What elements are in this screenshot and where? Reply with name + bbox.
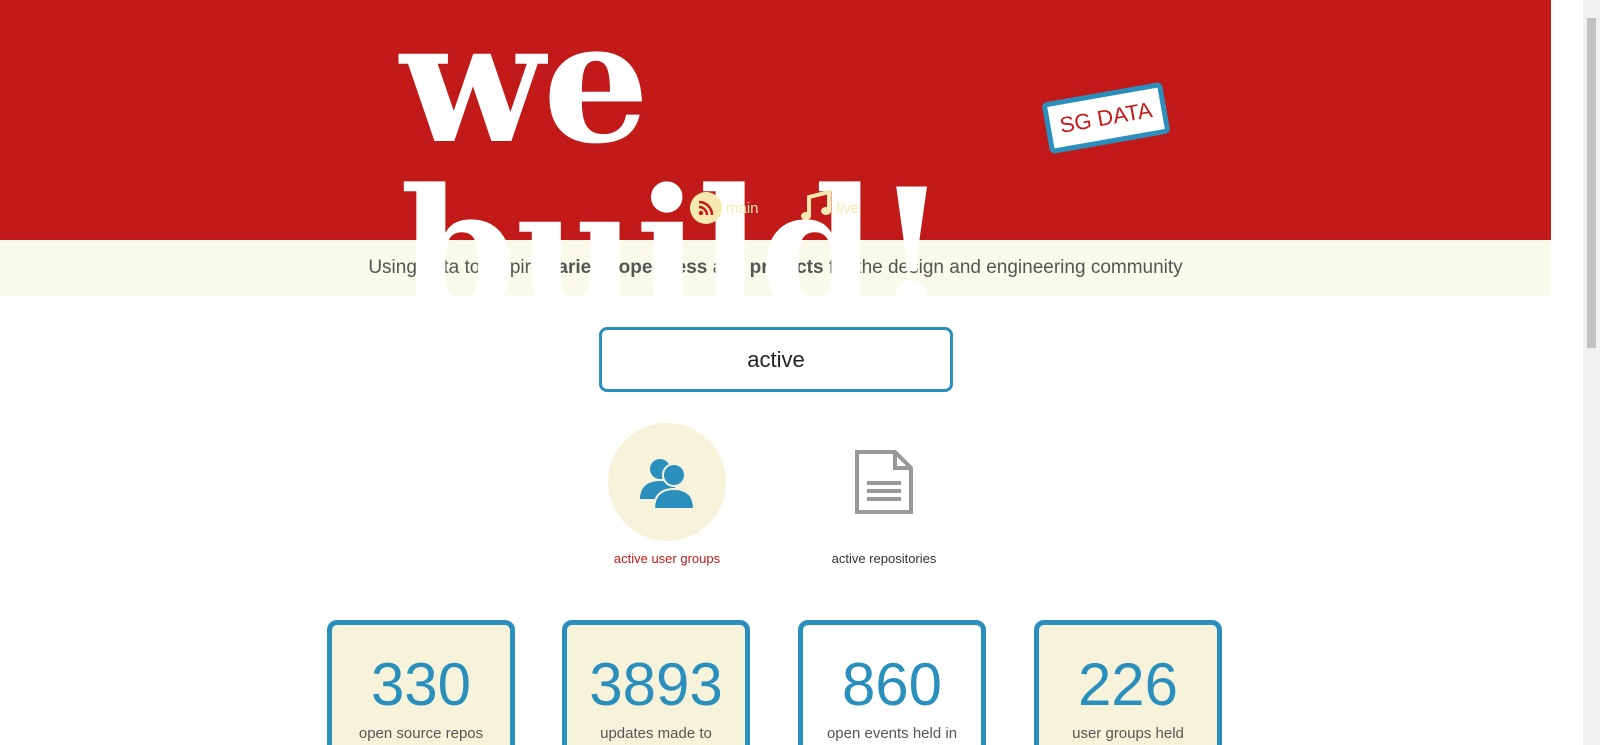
nav: main live bbox=[690, 189, 859, 227]
music-icon bbox=[799, 189, 833, 227]
user-group-icon bbox=[608, 423, 726, 541]
option-active-user-groups[interactable]: active user groups bbox=[577, 423, 757, 566]
stat-label: open source repos bbox=[358, 725, 484, 742]
stat-value: 330 bbox=[370, 651, 472, 718]
stat-card[interactable]: 330 open source repos bbox=[327, 620, 515, 745]
logo[interactable]: we build! bbox=[400, 0, 1160, 334]
stat-card[interactable]: 3893 updates made to bbox=[562, 620, 750, 745]
option-label: active user groups bbox=[613, 551, 721, 566]
scrollbar-thumb[interactable] bbox=[1587, 18, 1596, 348]
rss-icon bbox=[690, 192, 722, 224]
stat-value: 860 bbox=[841, 651, 943, 718]
nav-main-link[interactable]: main bbox=[690, 189, 759, 227]
stat-label: updates made to bbox=[600, 725, 712, 742]
stat-value: 3893 bbox=[589, 651, 723, 718]
nav-live-label: live bbox=[836, 199, 860, 217]
option-active-repositories[interactable]: active repositories bbox=[794, 423, 974, 566]
search-input[interactable]: active bbox=[599, 327, 953, 392]
stat-card[interactable]: 860 open events held in bbox=[798, 620, 986, 745]
document-icon bbox=[825, 423, 943, 541]
nav-main-label: main bbox=[726, 199, 759, 217]
header: we build! SG DATA main live bbox=[0, 0, 1551, 334]
stat-label: open events held in bbox=[826, 725, 958, 742]
stat-card[interactable]: 226 user groups held bbox=[1034, 620, 1222, 745]
option-label: active repositories bbox=[831, 551, 937, 566]
scrollbar[interactable] bbox=[1583, 0, 1600, 745]
stat-value: 226 bbox=[1077, 651, 1179, 718]
nav-live-link[interactable]: live bbox=[799, 189, 860, 227]
stat-label: user groups held bbox=[1072, 725, 1184, 742]
